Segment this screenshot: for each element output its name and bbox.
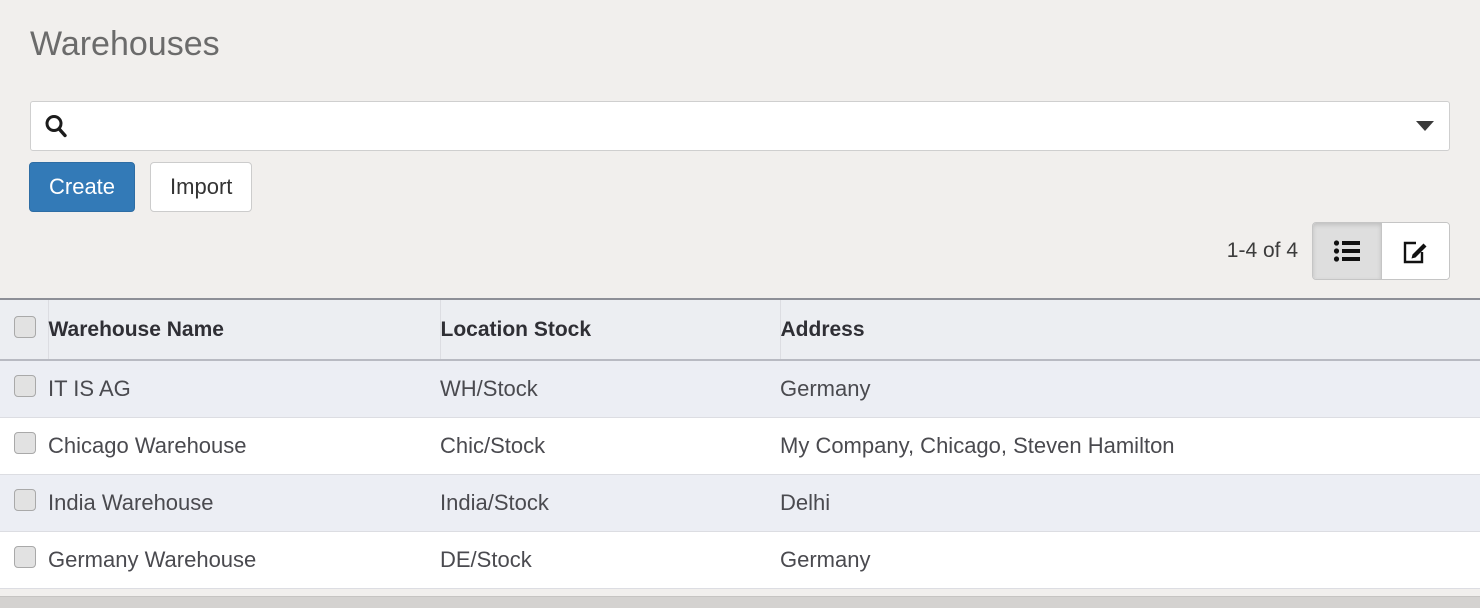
- row-checkbox[interactable]: [14, 375, 36, 397]
- cell-address: Germany: [780, 531, 1480, 588]
- form-view-button[interactable]: [1381, 223, 1449, 279]
- table-row[interactable]: Germany Warehouse DE/Stock Germany: [0, 531, 1480, 588]
- pager-and-views: 1-4 of 4: [1227, 222, 1450, 280]
- row-checkbox[interactable]: [14, 489, 36, 511]
- row-select-cell[interactable]: [0, 417, 48, 474]
- table-footer-bar: [0, 596, 1480, 608]
- column-header-location-stock[interactable]: Location Stock: [440, 300, 780, 360]
- page-title: Warehouses: [30, 22, 220, 66]
- view-switcher: [1312, 222, 1450, 280]
- search-input[interactable]: [77, 102, 1401, 150]
- cell-address: My Company, Chicago, Steven Hamilton: [780, 417, 1480, 474]
- cell-address: Germany: [780, 360, 1480, 417]
- table-row[interactable]: India Warehouse India/Stock Delhi: [0, 474, 1480, 531]
- table-header-row: Warehouse Name Location Stock Address: [0, 300, 1480, 360]
- select-all-header[interactable]: [0, 300, 48, 360]
- cell-location-stock: WH/Stock: [440, 360, 780, 417]
- list-view-button[interactable]: [1313, 223, 1381, 279]
- cell-warehouse-name: Chicago Warehouse: [48, 417, 440, 474]
- action-buttons: Create Import: [29, 162, 252, 212]
- create-button[interactable]: Create: [29, 162, 135, 212]
- table-body: IT IS AG WH/Stock Germany Chicago Wareho…: [0, 360, 1480, 588]
- pager-range: 1-4 of 4: [1227, 239, 1298, 263]
- cell-location-stock: DE/Stock: [440, 531, 780, 588]
- column-header-address[interactable]: Address: [780, 300, 1480, 360]
- table-row[interactable]: IT IS AG WH/Stock Germany: [0, 360, 1480, 417]
- import-button[interactable]: Import: [150, 162, 252, 212]
- edit-pencil-icon: [1402, 237, 1430, 265]
- warehouses-table: Warehouse Name Location Stock Address IT…: [0, 298, 1480, 589]
- chevron-down-icon: [1416, 121, 1434, 131]
- cell-warehouse-name: Germany Warehouse: [48, 531, 440, 588]
- select-all-checkbox[interactable]: [14, 316, 36, 338]
- row-select-cell[interactable]: [0, 474, 48, 531]
- table-row[interactable]: Chicago Warehouse Chic/Stock My Company,…: [0, 417, 1480, 474]
- search-dropdown-toggle[interactable]: [1401, 102, 1449, 150]
- search-icon: [43, 113, 69, 139]
- search-input-wrap[interactable]: [69, 102, 1401, 150]
- list-icon: [1333, 239, 1361, 263]
- cell-warehouse-name: India Warehouse: [48, 474, 440, 531]
- row-checkbox[interactable]: [14, 546, 36, 568]
- cell-address: Delhi: [780, 474, 1480, 531]
- column-header-warehouse-name[interactable]: Warehouse Name: [48, 300, 440, 360]
- warehouses-page: Warehouses Create Import 1-4 of 4: [0, 0, 1480, 608]
- cell-location-stock: Chic/Stock: [440, 417, 780, 474]
- row-select-cell[interactable]: [0, 531, 48, 588]
- cell-location-stock: India/Stock: [440, 474, 780, 531]
- search-bar[interactable]: [30, 101, 1450, 151]
- row-checkbox[interactable]: [14, 432, 36, 454]
- cell-warehouse-name: IT IS AG: [48, 360, 440, 417]
- row-select-cell[interactable]: [0, 360, 48, 417]
